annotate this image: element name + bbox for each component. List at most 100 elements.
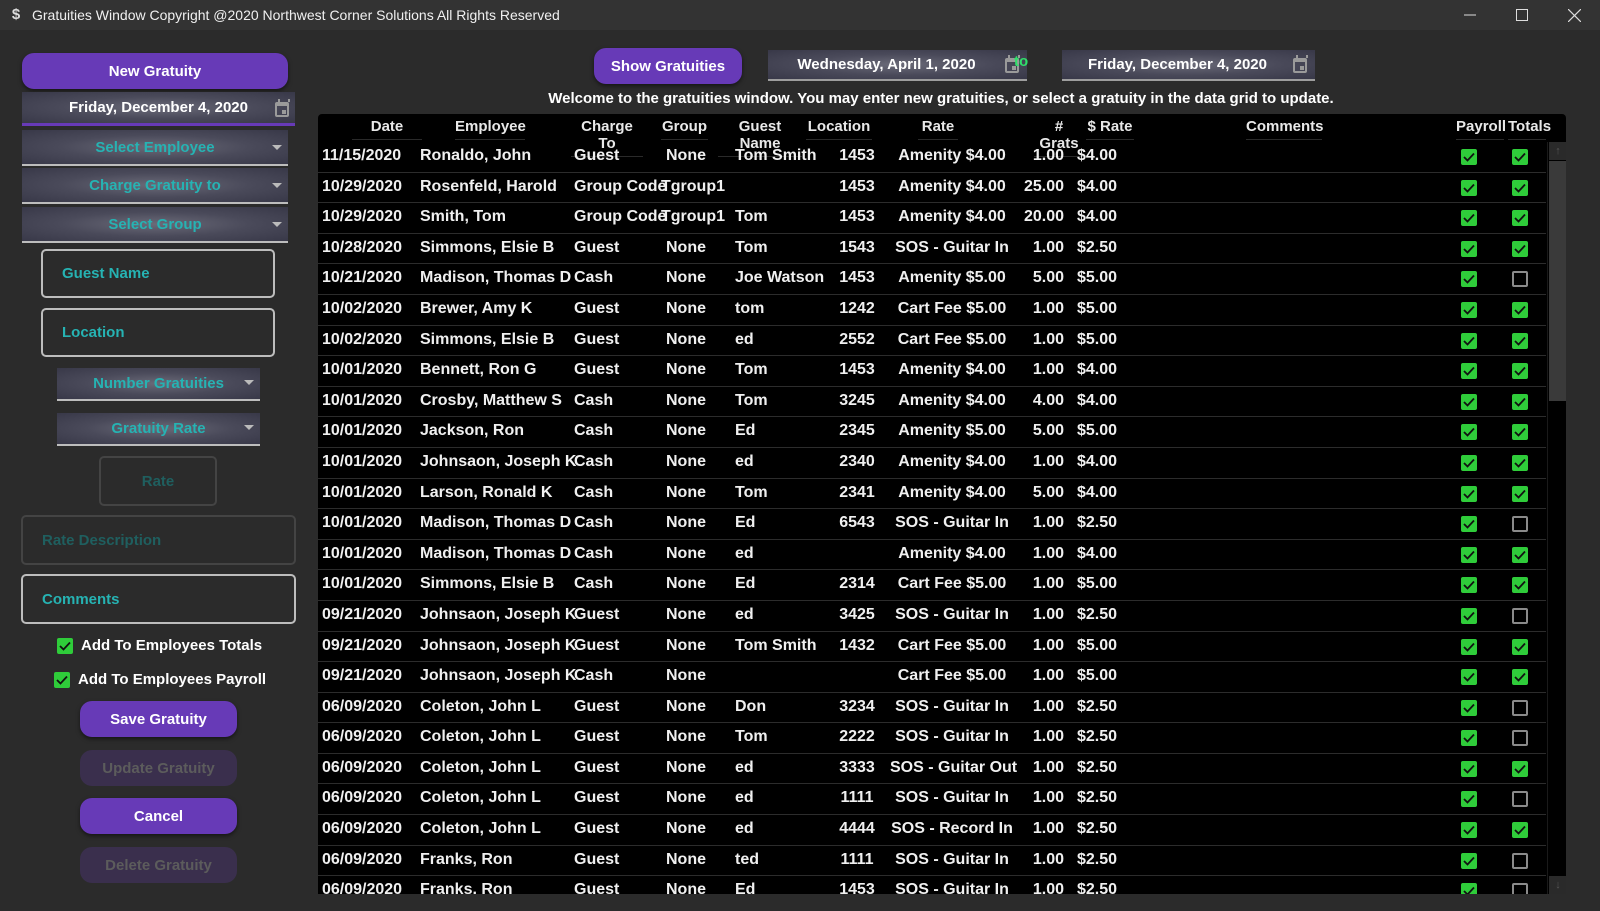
payroll-checkbox[interactable]	[1461, 577, 1477, 594]
select-employee-dropdown[interactable]: Select Employee	[22, 130, 288, 166]
scroll-up-arrow-icon[interactable]: ↑	[1549, 142, 1566, 160]
add-to-totals-checkbox[interactable]: Add To Employees Totals	[57, 637, 262, 654]
gratuity-rate-dropdown[interactable]: Gratuity Rate	[57, 413, 260, 446]
totals-checkbox[interactable]	[1512, 516, 1528, 533]
to-date-picker[interactable]: Friday, December 4, 2020	[1062, 50, 1315, 81]
calendar-icon[interactable]	[275, 99, 290, 117]
totals-checkbox[interactable]	[1512, 393, 1528, 410]
charge-gratuity-to-dropdown[interactable]: Charge Gratuity to	[22, 168, 288, 204]
payroll-checkbox[interactable]	[1461, 332, 1477, 349]
delete-gratuity-button[interactable]: Delete Gratuity	[80, 847, 237, 883]
maximize-button[interactable]	[1496, 0, 1548, 30]
table-row[interactable]: 10/02/2020 Simmons, Elsie B Guest None ed 255…	[318, 326, 1546, 357]
calendar-icon[interactable]	[1293, 55, 1308, 73]
payroll-checkbox[interactable]	[1461, 791, 1477, 808]
new-gratuity-button[interactable]: New Gratuity	[22, 53, 288, 89]
totals-checkbox[interactable]	[1512, 607, 1528, 624]
guest-name-input[interactable]: Guest Name	[41, 249, 275, 298]
totals-checkbox[interactable]	[1512, 271, 1528, 288]
totals-checkbox[interactable]	[1512, 730, 1528, 747]
totals-checkbox[interactable]	[1512, 149, 1528, 165]
totals-checkbox[interactable]	[1512, 179, 1528, 196]
totals-checkbox[interactable]	[1512, 822, 1528, 839]
table-row[interactable]: 06/09/2020 Franks, Ron Guest None Ed 1453 SOS …	[318, 876, 1546, 894]
table-row[interactable]: 09/21/2020 Johnsaon, Joseph K Guest None ed 3…	[318, 601, 1546, 632]
table-row[interactable]: 10/29/2020 Rosenfeld, Harold Group Code Tgr…	[318, 173, 1546, 204]
table-row[interactable]: 10/01/2020 Madison, Thomas D Cash None ed Ame…	[318, 540, 1546, 571]
payroll-checkbox[interactable]	[1461, 669, 1477, 686]
table-row[interactable]: 09/21/2020 Johnsaon, Joseph K Guest None Tom…	[318, 632, 1546, 663]
minimize-button[interactable]	[1444, 0, 1496, 30]
add-to-payroll-checkbox[interactable]: Add To Employees Payroll	[54, 671, 266, 688]
checkbox-checked-icon[interactable]	[54, 671, 70, 688]
payroll-checkbox[interactable]	[1461, 852, 1477, 869]
totals-checkbox[interactable]	[1512, 210, 1528, 227]
payroll-checkbox[interactable]	[1461, 516, 1477, 533]
from-date-picker[interactable]: Wednesday, April 1, 2020	[768, 50, 1027, 81]
column-header-dollar-rate[interactable]: $ Rate	[1086, 118, 1134, 140]
payroll-checkbox[interactable]	[1461, 638, 1477, 655]
totals-checkbox[interactable]	[1512, 301, 1528, 318]
table-row[interactable]: 06/09/2020 Coleton, John L Guest None Tom 222…	[318, 723, 1546, 754]
payroll-checkbox[interactable]	[1461, 240, 1477, 257]
totals-checkbox[interactable]	[1512, 699, 1528, 716]
scrollbar-thumb[interactable]	[1549, 161, 1566, 401]
scroll-down-arrow-icon[interactable]: ↓	[1549, 876, 1566, 894]
payroll-checkbox[interactable]	[1461, 301, 1477, 318]
totals-checkbox[interactable]	[1512, 240, 1528, 257]
update-gratuity-button[interactable]: Update Gratuity	[80, 750, 237, 786]
column-header-group[interactable]: Group	[661, 118, 708, 140]
totals-checkbox[interactable]	[1512, 791, 1528, 808]
column-header-payroll[interactable]: Payroll	[1456, 118, 1506, 140]
payroll-checkbox[interactable]	[1461, 271, 1477, 288]
table-row[interactable]: 06/09/2020 Coleton, John L Guest None ed 3333…	[318, 754, 1546, 785]
location-input[interactable]: Location	[41, 308, 275, 357]
table-row[interactable]: 10/01/2020 Johnsaon, Joseph K Cash None ed 23…	[318, 448, 1546, 479]
table-row[interactable]: 09/21/2020 Johnsaon, Joseph K Cash None Cart…	[318, 662, 1546, 693]
payroll-checkbox[interactable]	[1461, 179, 1477, 196]
payroll-checkbox[interactable]	[1461, 546, 1477, 563]
totals-checkbox[interactable]	[1512, 485, 1528, 502]
totals-checkbox[interactable]	[1512, 363, 1528, 380]
payroll-checkbox[interactable]	[1461, 210, 1477, 227]
column-header-rate[interactable]: Rate	[918, 118, 958, 140]
totals-checkbox[interactable]	[1512, 852, 1528, 869]
table-row[interactable]: 10/01/2020 Simmons, Elsie B Cash None Ed 2314…	[318, 570, 1546, 601]
payroll-checkbox[interactable]	[1461, 760, 1477, 777]
totals-checkbox[interactable]	[1512, 883, 1528, 894]
payroll-checkbox[interactable]	[1461, 393, 1477, 410]
payroll-checkbox[interactable]	[1461, 607, 1477, 624]
table-row[interactable]: 10/01/2020 Larson, Ronald K Cash None Tom 234…	[318, 479, 1546, 510]
table-row[interactable]: 10/01/2020 Madison, Thomas D Cash None Ed 654…	[318, 509, 1546, 540]
table-row[interactable]: 10/21/2020 Madison, Thomas D Cash None Joe W…	[318, 264, 1546, 295]
totals-checkbox[interactable]	[1512, 546, 1528, 563]
rate-description-input[interactable]: Rate Description	[21, 515, 296, 565]
payroll-checkbox[interactable]	[1461, 424, 1477, 441]
number-gratuities-dropdown[interactable]: Number Gratuities	[57, 368, 260, 401]
select-group-dropdown[interactable]: Select Group	[22, 207, 288, 243]
payroll-checkbox[interactable]	[1461, 363, 1477, 380]
table-row[interactable]: 10/28/2020 Simmons, Elsie B Guest None Tom 15…	[318, 234, 1546, 265]
payroll-checkbox[interactable]	[1461, 883, 1477, 894]
payroll-checkbox[interactable]	[1461, 730, 1477, 747]
payroll-checkbox[interactable]	[1461, 454, 1477, 471]
vertical-scrollbar[interactable]: ↑ ↓	[1547, 142, 1566, 894]
table-row[interactable]: 10/02/2020 Brewer, Amy K Guest None tom 1242 C…	[318, 295, 1546, 326]
column-header-comments[interactable]: Comments	[1246, 118, 1324, 140]
rate-input[interactable]: Rate	[99, 456, 217, 506]
save-gratuity-button[interactable]: Save Gratuity	[80, 701, 237, 737]
table-row[interactable]: 06/09/2020 Coleton, John L Guest None ed 1111…	[318, 784, 1546, 816]
cancel-button[interactable]: Cancel	[80, 798, 237, 834]
totals-checkbox[interactable]	[1512, 424, 1528, 441]
table-row[interactable]: 06/09/2020 Franks, Ron Guest None ted 1111 SOS…	[318, 846, 1546, 877]
totals-checkbox[interactable]	[1512, 760, 1528, 777]
close-button[interactable]	[1548, 0, 1600, 30]
table-row[interactable]: 10/01/2020 Bennett, Ron G Guest None Tom 1453…	[318, 356, 1546, 387]
comments-input[interactable]: Comments	[21, 574, 296, 624]
totals-checkbox[interactable]	[1512, 638, 1528, 655]
table-row[interactable]: 10/29/2020 Smith, Tom Group Code Tgroup1 Tom…	[318, 203, 1546, 234]
column-header-location[interactable]: Location	[806, 118, 872, 140]
totals-checkbox[interactable]	[1512, 669, 1528, 686]
table-row[interactable]: 11/15/2020 Ronaldo, John Guest None Tom Smit…	[318, 142, 1546, 173]
totals-checkbox[interactable]	[1512, 454, 1528, 471]
